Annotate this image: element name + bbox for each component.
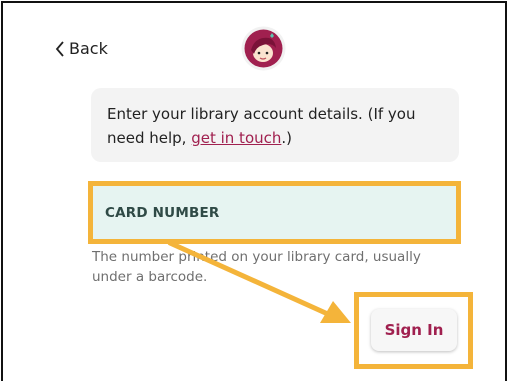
card-number-input[interactable]: CARD NUMBER xyxy=(93,186,456,239)
card-number-label: CARD NUMBER xyxy=(105,204,220,221)
info-message: Enter your library account details. (If … xyxy=(91,88,459,162)
chevron-left-icon xyxy=(55,40,64,57)
get-in-touch-link[interactable]: get in touch xyxy=(191,129,281,147)
sign-in-button[interactable]: Sign In xyxy=(371,309,457,351)
back-button[interactable]: Back xyxy=(55,39,108,58)
card-number-hint: The number printed on your library card,… xyxy=(92,249,421,285)
sign-in-label: Sign In xyxy=(384,321,444,339)
app-logo-icon xyxy=(241,26,286,71)
back-label: Back xyxy=(69,39,108,58)
info-text-end: .) xyxy=(281,129,293,147)
